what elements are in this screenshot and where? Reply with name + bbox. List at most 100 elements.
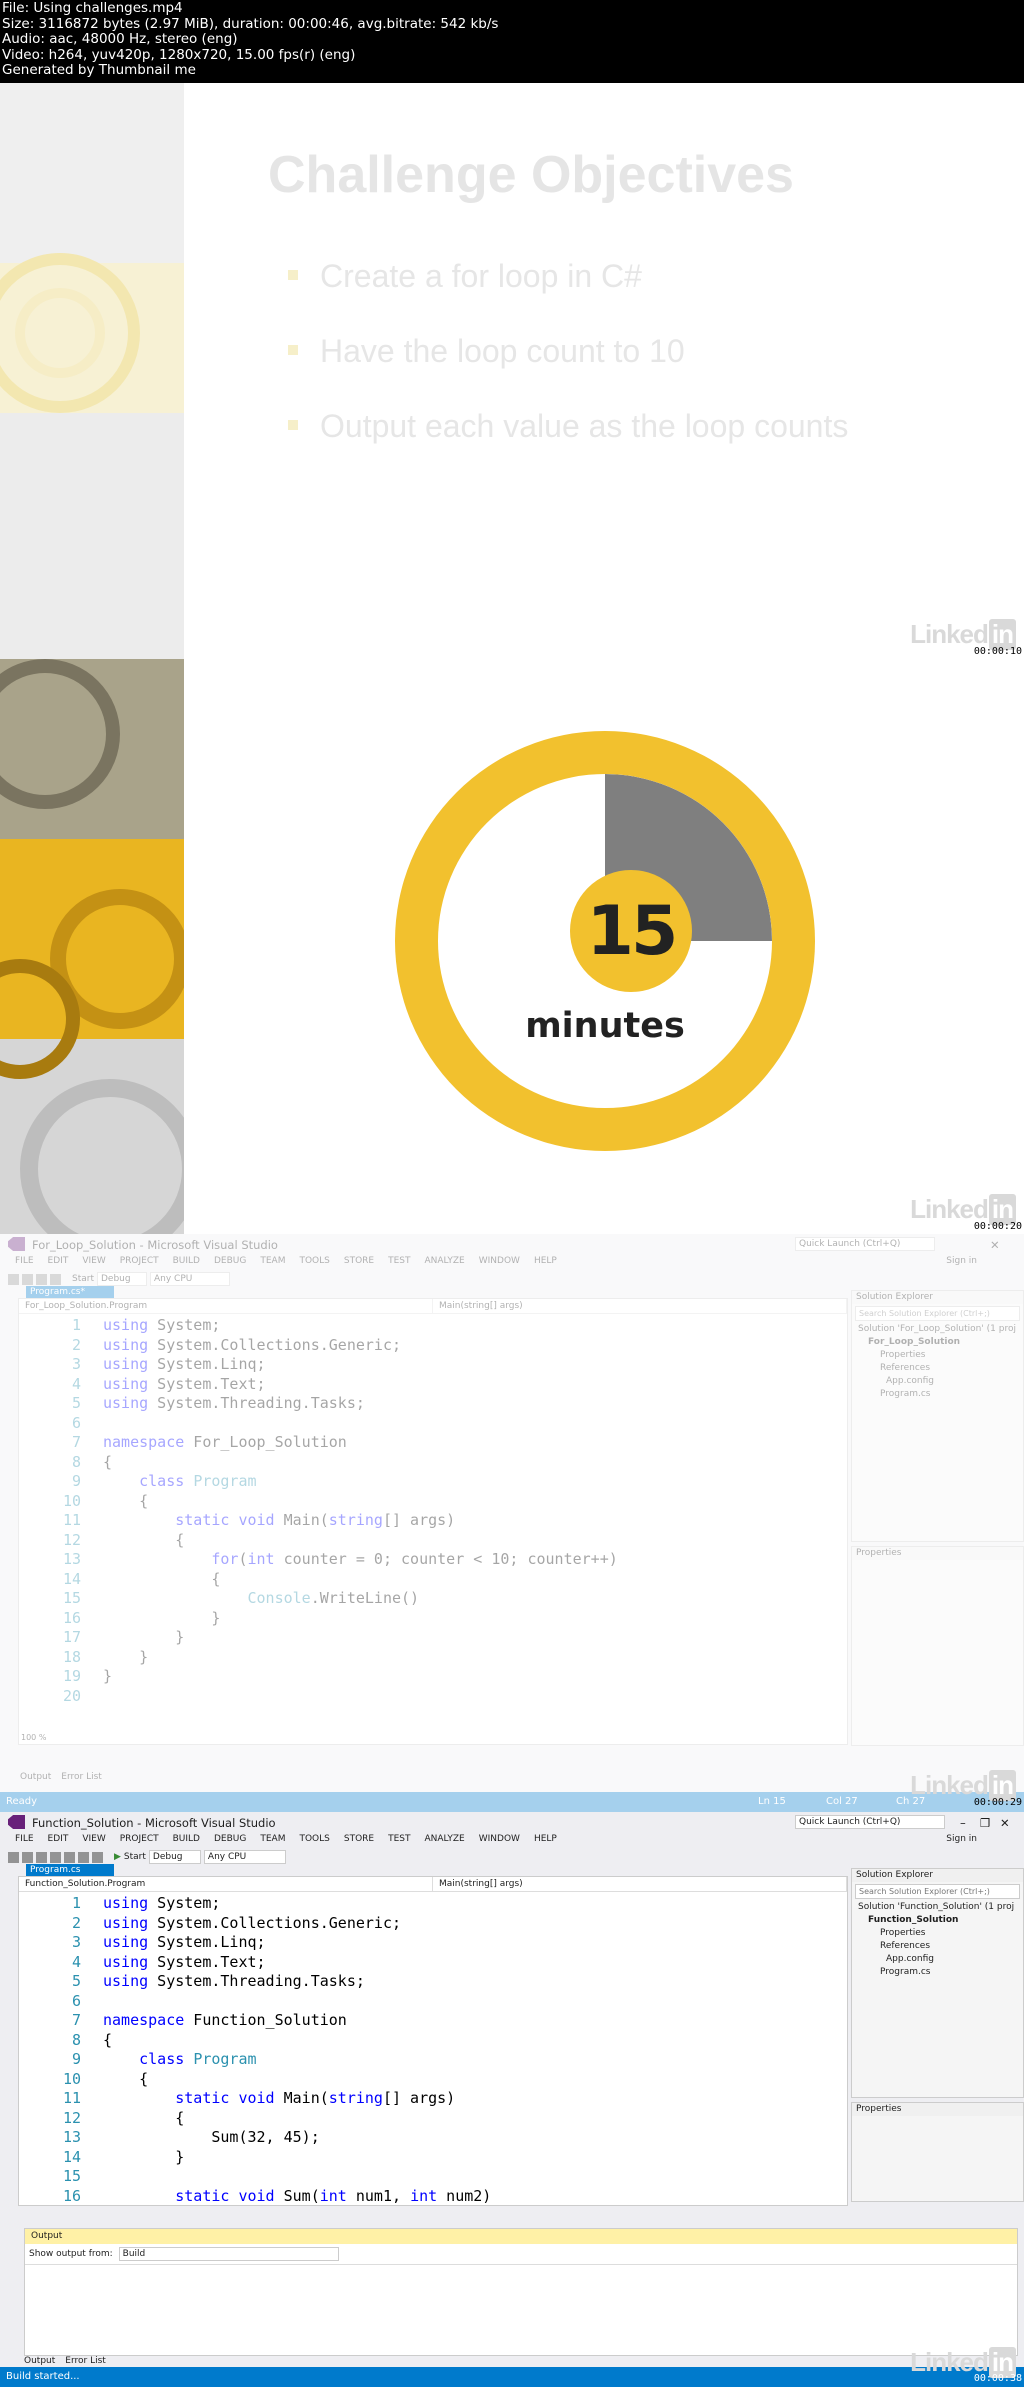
- config-select[interactable]: Debug: [148, 1850, 201, 1864]
- tree-program-cs[interactable]: Program.cs: [858, 1966, 1023, 1979]
- vs-title-bar: Function_Solution - Microsoft Visual Stu…: [0, 1812, 1024, 1832]
- menu-tools[interactable]: TOOLS: [292, 1254, 336, 1270]
- code-editor[interactable]: Function_Solution.Program Main(string[] …: [18, 1876, 848, 2206]
- output-tab[interactable]: Output: [20, 1772, 51, 1782]
- menu-view[interactable]: VIEW: [75, 1832, 112, 1848]
- maximize-icon[interactable]: ❐: [980, 1816, 990, 1830]
- zoom-level[interactable]: 100 %: [21, 1733, 46, 1742]
- code-line: 10 {: [19, 1492, 847, 1512]
- code-text: static void Sum(int num1, int num2): [175, 2186, 492, 2205]
- undo-icon[interactable]: [78, 1851, 89, 1863]
- menu-store[interactable]: STORE: [337, 1832, 381, 1848]
- menu-help[interactable]: HELP: [527, 1832, 564, 1848]
- menu-team[interactable]: TEAM: [253, 1254, 292, 1270]
- menu-test[interactable]: TEST: [381, 1254, 417, 1270]
- platform-select[interactable]: Any CPU: [150, 1272, 230, 1286]
- line-number: 12: [62, 1530, 81, 1549]
- menu-build[interactable]: BUILD: [166, 1254, 207, 1270]
- code-editor[interactable]: For_Loop_Solution.Program Main(string[] …: [18, 1298, 848, 1745]
- platform-select[interactable]: Any CPU: [203, 1850, 286, 1864]
- menu-window[interactable]: WINDOW: [472, 1254, 527, 1270]
- tree-properties[interactable]: Properties: [858, 1927, 1023, 1940]
- menu-debug[interactable]: DEBUG: [207, 1254, 253, 1270]
- sign-in-link[interactable]: Sign in: [939, 1254, 984, 1270]
- error-list-tab[interactable]: Error List: [65, 2356, 106, 2366]
- menu-store[interactable]: STORE: [337, 1254, 381, 1270]
- menu-edit[interactable]: EDIT: [41, 1832, 76, 1848]
- line-number: 5: [71, 1394, 81, 1412]
- menu-build[interactable]: BUILD: [166, 1832, 207, 1848]
- class-dropdown[interactable]: For_Loop_Solution.Program: [19, 1299, 433, 1313]
- forward-icon[interactable]: [22, 1851, 33, 1863]
- menu-analyze[interactable]: ANALYZE: [418, 1254, 472, 1270]
- save-icon[interactable]: [50, 1851, 61, 1863]
- menu-analyze[interactable]: ANALYZE: [418, 1832, 472, 1848]
- error-list-tab[interactable]: Error List: [61, 1772, 102, 1782]
- menu-file[interactable]: FILE: [8, 1254, 41, 1270]
- output-panel: Output Show output from: Build: [24, 2228, 1018, 2356]
- video-line: Video: h264, yuv420p, 1280x720, 15.00 fp…: [2, 46, 356, 63]
- menu-edit[interactable]: EDIT: [41, 1254, 76, 1270]
- code-line: 9 class Program: [19, 2050, 847, 2070]
- code-text: using System.Collections.Generic;: [103, 1335, 402, 1354]
- undo-icon[interactable]: [50, 1273, 61, 1285]
- menu-help[interactable]: HELP: [527, 1254, 564, 1270]
- menu-file[interactable]: FILE: [8, 1832, 41, 1848]
- menu-window[interactable]: WINDOW: [472, 1832, 527, 1848]
- back-icon[interactable]: [8, 1273, 19, 1285]
- start-icon[interactable]: ▶: [114, 1852, 121, 1862]
- code-text: Sum(32, 45);: [103, 2128, 320, 2146]
- menu-test[interactable]: TEST: [381, 1832, 417, 1848]
- tree-properties[interactable]: Properties: [858, 1349, 1023, 1362]
- redo-icon[interactable]: [92, 1851, 103, 1863]
- tree-solution[interactable]: Solution 'For_Loop_Solution' (1 proj: [858, 1323, 1023, 1336]
- properties-panel: Properties: [851, 2102, 1024, 2202]
- code-text: class Program: [139, 2050, 257, 2068]
- start-button[interactable]: Start: [72, 1274, 94, 1284]
- new-project-icon[interactable]: [36, 1851, 47, 1863]
- solution-search-input[interactable]: Search Solution Explorer (Ctrl+;): [855, 1306, 1020, 1321]
- code-line: 11 static void Main(string[] args): [19, 1511, 847, 1531]
- code-line: 11 static void Main(string[] args): [19, 2089, 847, 2109]
- member-dropdown[interactable]: Main(string[] args): [433, 1877, 847, 1891]
- quick-launch-input[interactable]: Quick Launch (Ctrl+Q): [795, 1815, 945, 1829]
- tree-project[interactable]: Function_Solution: [858, 1914, 1023, 1927]
- menu-tools[interactable]: TOOLS: [292, 1832, 336, 1848]
- output-source-select[interactable]: Build: [118, 2247, 339, 2261]
- menu-bar: FILE EDIT VIEW PROJECT BUILD DEBUG TEAM …: [0, 1832, 1024, 1848]
- member-dropdown[interactable]: Main(string[] args): [433, 1299, 847, 1313]
- menu-team[interactable]: TEAM: [253, 1832, 292, 1848]
- output-text-area[interactable]: [25, 2264, 1017, 2344]
- code-text: {: [103, 1530, 185, 1549]
- save-icon[interactable]: [36, 1273, 47, 1285]
- tree-solution[interactable]: Solution 'Function_Solution' (1 proj: [858, 1901, 1023, 1914]
- solution-search-input[interactable]: Search Solution Explorer (Ctrl+;): [855, 1884, 1020, 1899]
- class-dropdown[interactable]: Function_Solution.Program: [19, 1877, 433, 1891]
- code-text: using System.Collections.Generic;: [103, 1913, 402, 1932]
- decorative-strip: [0, 83, 184, 659]
- timecode: 00:00:29: [973, 1797, 1022, 1808]
- save-all-icon[interactable]: [64, 1851, 75, 1863]
- code-line: 1 using System;: [19, 1316, 847, 1336]
- minimize-icon[interactable]: –: [960, 1816, 966, 1830]
- menu-debug[interactable]: DEBUG: [207, 1832, 253, 1848]
- sign-in-link[interactable]: Sign in: [939, 1832, 984, 1848]
- quick-launch-input[interactable]: Quick Launch (Ctrl+Q): [795, 1237, 935, 1251]
- tree-program-cs[interactable]: Program.cs: [858, 1388, 1023, 1401]
- start-button[interactable]: Start: [124, 1852, 146, 1862]
- menu-view[interactable]: VIEW: [75, 1254, 112, 1270]
- close-icon[interactable]: ✕: [990, 1238, 1000, 1252]
- config-select[interactable]: Debug: [97, 1272, 147, 1286]
- tree-app-config[interactable]: App.config: [858, 1375, 1023, 1388]
- tree-references[interactable]: References: [858, 1362, 1023, 1375]
- close-icon[interactable]: ✕: [1000, 1816, 1010, 1830]
- tree-app-config[interactable]: App.config: [858, 1953, 1023, 1966]
- objective-bullet: Have the loop count to 10: [288, 333, 685, 369]
- menu-project[interactable]: PROJECT: [113, 1254, 166, 1270]
- output-tab[interactable]: Output: [24, 2356, 55, 2366]
- tree-references[interactable]: References: [858, 1940, 1023, 1953]
- tree-project[interactable]: For_Loop_Solution: [858, 1336, 1023, 1349]
- menu-project[interactable]: PROJECT: [113, 1832, 166, 1848]
- back-icon[interactable]: [8, 1851, 19, 1863]
- forward-icon[interactable]: [22, 1273, 33, 1285]
